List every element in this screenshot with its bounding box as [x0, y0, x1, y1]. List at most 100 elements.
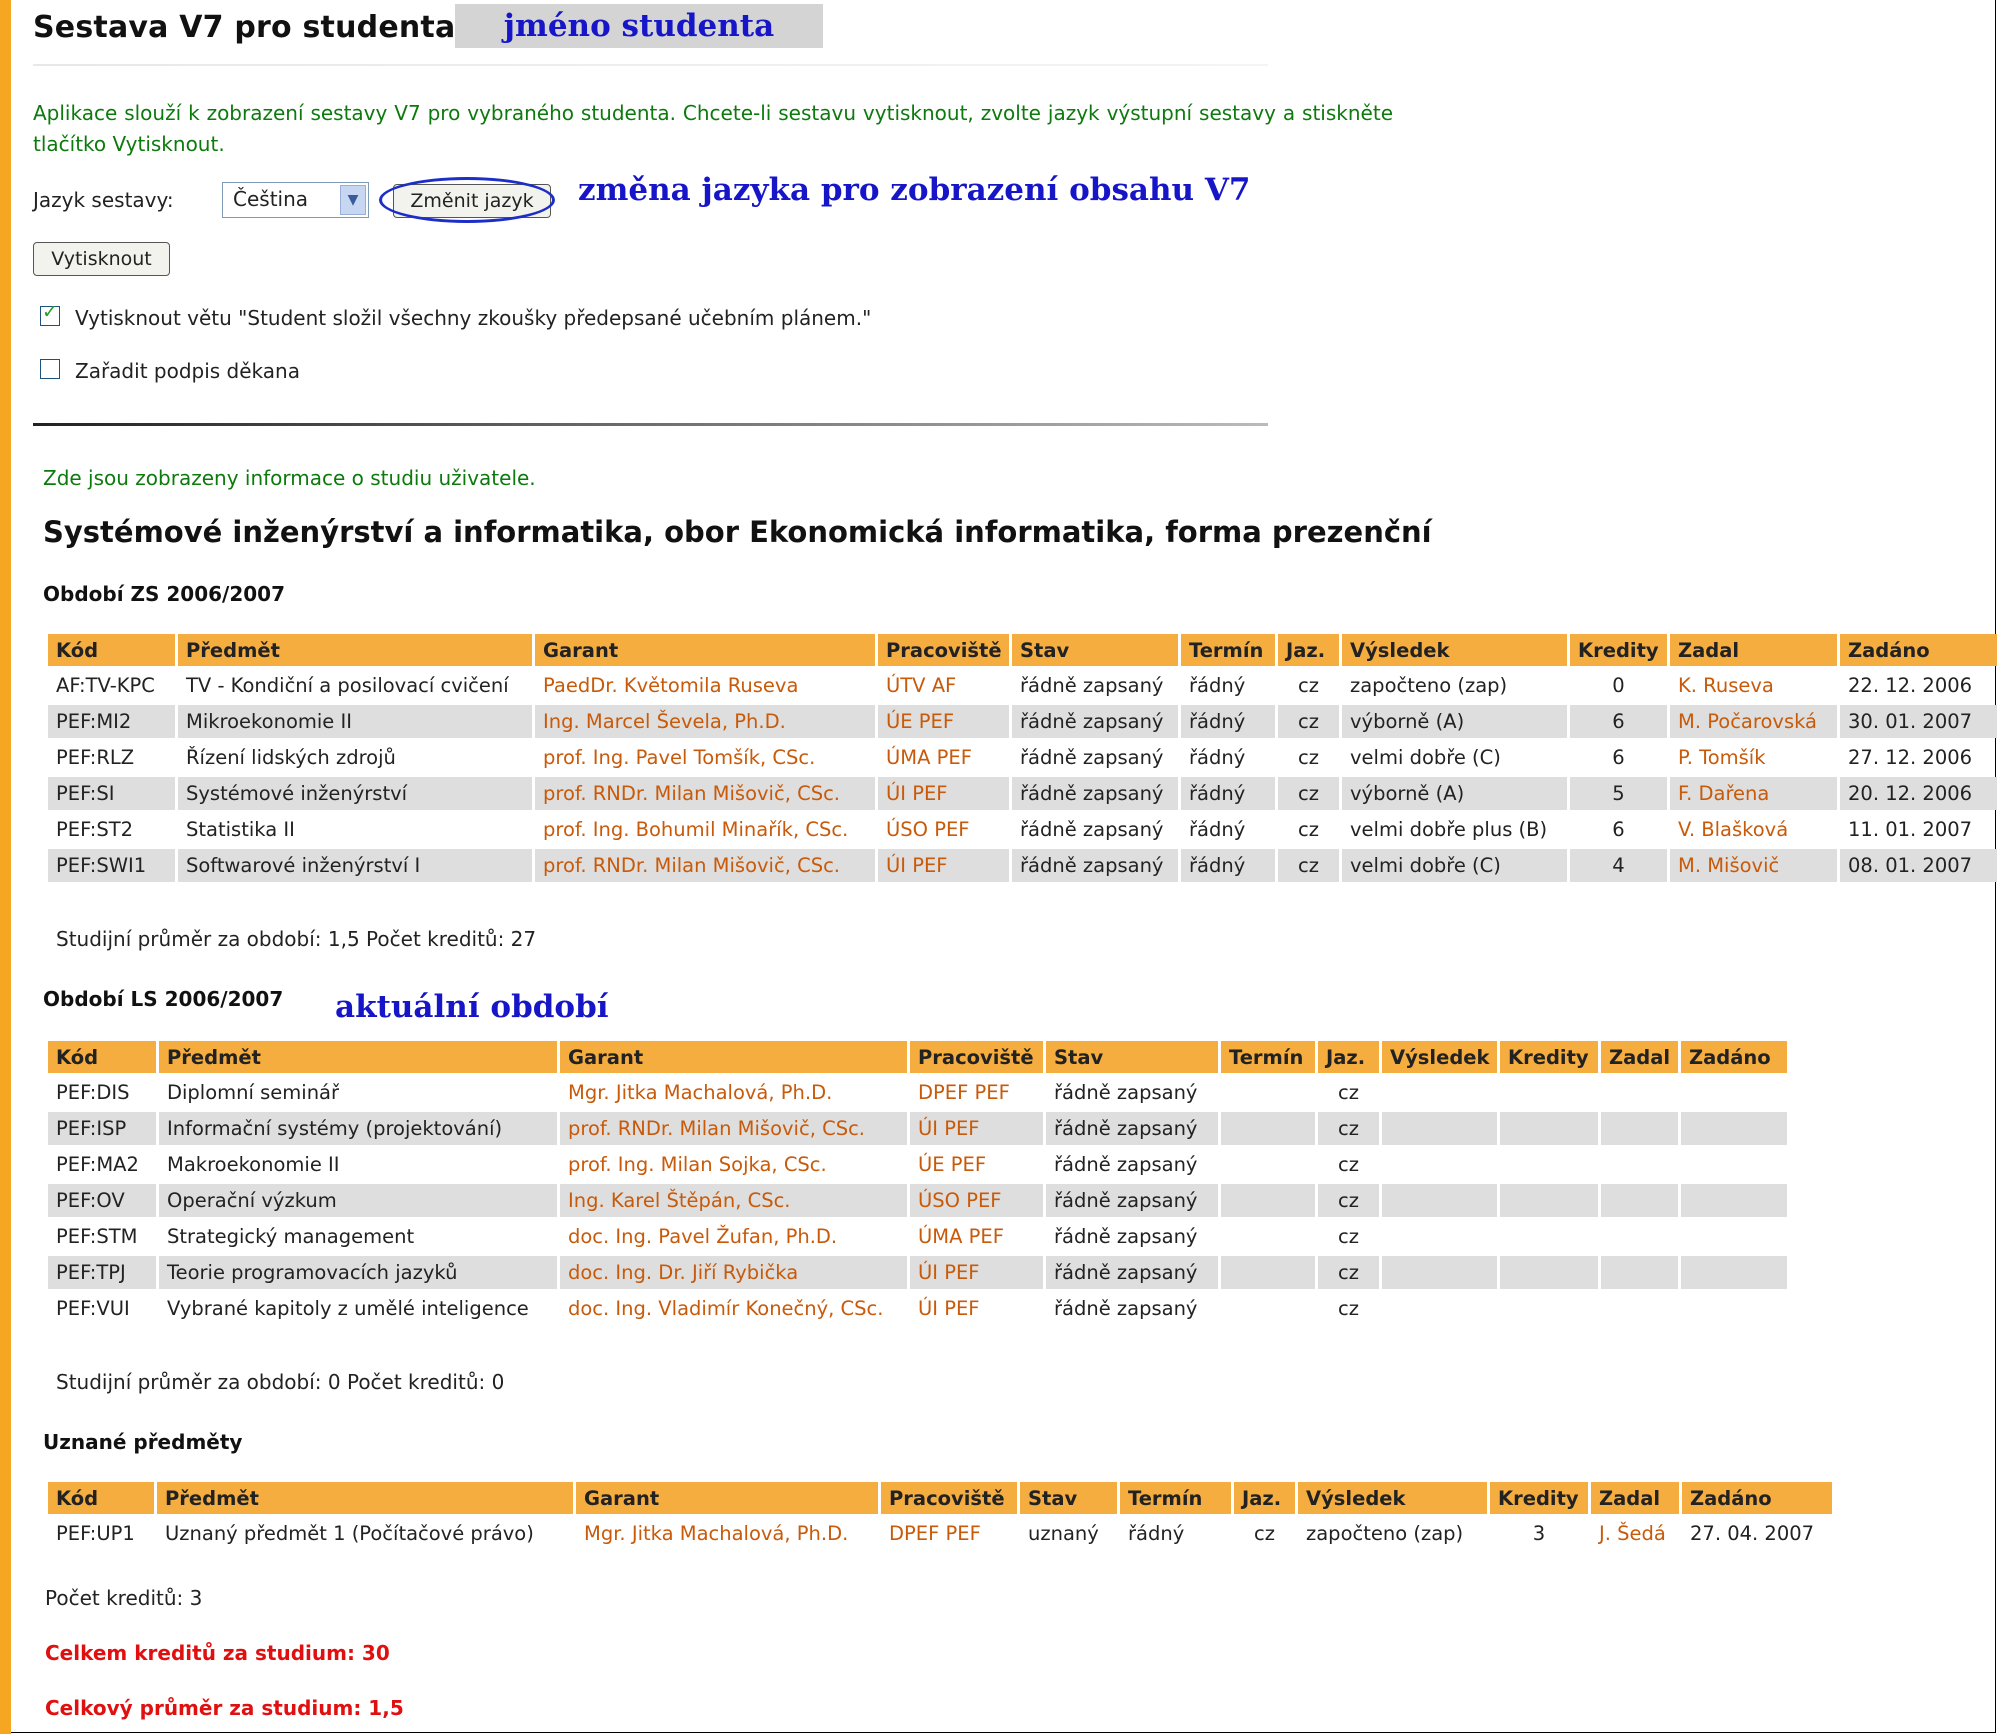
- cell-guarantor[interactable]: prof. RNDr. Milan Mišovič, CSc.: [535, 777, 875, 810]
- cell-guarantor[interactable]: Mgr. Jitka Machalová, Ph.D.: [560, 1076, 907, 1109]
- cell-code: PEF:MA2: [56, 1153, 139, 1176]
- table-row: PEF:UP1 Uznaný předmět 1 (Počítačové práv…: [48, 1517, 1832, 1550]
- cell-entered-by[interactable]: K. Ruseva: [1670, 669, 1837, 702]
- cell-lang: cz: [1338, 1081, 1359, 1104]
- cell-department[interactable]: ÚI PEF: [878, 777, 1009, 810]
- column-header-lang: Jaz.: [1234, 1482, 1295, 1514]
- cell-entered-by: [1601, 1076, 1678, 1109]
- print-sentence-checkbox[interactable]: ✓: [40, 301, 60, 326]
- cell-status: řádně zapsaný: [1054, 1081, 1198, 1104]
- column-header-code: Kód: [48, 1482, 154, 1514]
- cell-guarantor[interactable]: Mgr. Jitka Machalová, Ph.D.: [576, 1517, 878, 1550]
- cell-entered-on: 11. 01. 2007: [1848, 818, 1973, 841]
- language-select[interactable]: Čeština ▼: [222, 182, 369, 218]
- cell-result: [1382, 1076, 1497, 1109]
- column-header-subject: Předmět: [159, 1041, 557, 1073]
- cell-status: řádně zapsaný: [1020, 818, 1164, 841]
- chevron-down-icon[interactable]: ▼: [340, 185, 366, 215]
- current-period-annotation: aktuální období: [335, 989, 609, 1025]
- cell-result: [1382, 1292, 1497, 1325]
- cell-result: velmi dobře plus (B): [1350, 818, 1548, 841]
- table-row: PEF:VUI Vybrané kapitoly z umělé intelige…: [48, 1292, 1787, 1325]
- cell-entered-on: 22. 12. 2006: [1848, 674, 1973, 697]
- cell-department[interactable]: DPEF PEF: [910, 1076, 1043, 1109]
- cell-department[interactable]: ÚMA PEF: [878, 741, 1009, 774]
- column-header-entered-on: Zadáno: [1682, 1482, 1832, 1514]
- cell-credits: [1500, 1112, 1598, 1145]
- cell-result: [1382, 1148, 1497, 1181]
- cell-entered-on: 20. 12. 2006: [1840, 777, 1997, 810]
- cell-term: [1221, 1112, 1315, 1145]
- cell-guarantor[interactable]: prof. RNDr. Milan Mišovič, CSc.: [535, 849, 875, 882]
- cell-guarantor[interactable]: doc. Ing. Pavel Žufan, Ph.D.: [560, 1220, 907, 1253]
- cell-guarantor[interactable]: PaedDr. Květomila Ruseva: [535, 669, 875, 702]
- cell-guarantor[interactable]: doc. Ing. Dr. Jiří Rybička: [560, 1256, 907, 1289]
- cell-subject: Softwarové inženýrství I: [178, 849, 532, 882]
- cell-department[interactable]: ÚMA PEF: [910, 1220, 1043, 1253]
- cell-code: PEF:DIS: [56, 1081, 130, 1104]
- cell-entered-by: [1601, 1292, 1678, 1325]
- cell-guarantor[interactable]: prof. Ing. Bohumil Minařík, CSc.: [535, 813, 875, 846]
- language-select-value: Čeština: [233, 187, 309, 211]
- cell-department[interactable]: ÚE PEF: [878, 705, 1009, 738]
- column-header-subject: Předmět: [157, 1482, 573, 1514]
- cell-lang: cz: [1278, 705, 1339, 738]
- cell-department[interactable]: ÚI PEF: [910, 1112, 1043, 1145]
- cell-guarantor[interactable]: doc. Ing. Vladimír Konečný, CSc.: [560, 1292, 907, 1325]
- print-button[interactable]: Vytisknout: [33, 242, 170, 276]
- cell-department[interactable]: DPEF PEF: [881, 1517, 1017, 1550]
- total-credits: Celkem kreditů za studium: 30: [45, 1641, 390, 1665]
- cell-term: [1221, 1184, 1315, 1217]
- cell-term: řádný: [1189, 674, 1246, 697]
- cell-credits: [1500, 1076, 1598, 1109]
- cell-entered-by[interactable]: M. Počarovská: [1670, 705, 1837, 738]
- cell-department[interactable]: ÚE PEF: [910, 1148, 1043, 1181]
- cell-department[interactable]: ÚSO PEF: [910, 1184, 1043, 1217]
- period2-summary: Studijní průměr za období: 0 Počet kredi…: [56, 1370, 505, 1394]
- cell-guarantor[interactable]: prof. RNDr. Milan Mišovič, CSc.: [560, 1112, 907, 1145]
- cell-lang: cz: [1298, 746, 1319, 769]
- cell-department[interactable]: ÚI PEF: [910, 1256, 1043, 1289]
- middle-divider: [33, 423, 1268, 426]
- cell-term: řádný: [1189, 818, 1246, 841]
- period1-summary: Studijní průměr za období: 1,5 Počet kre…: [56, 927, 537, 951]
- cell-code: PEF:STM: [56, 1225, 138, 1248]
- column-header-result: Výsledek: [1342, 634, 1567, 666]
- cell-guarantor[interactable]: prof. Ing. Pavel Tomšík, CSc.: [535, 741, 875, 774]
- column-header-code: Kód: [48, 1041, 156, 1073]
- cell-credits: [1500, 1148, 1598, 1181]
- print-sentence-label: Vytisknout větu "Student složil všechny …: [75, 306, 872, 330]
- column-header-status: Stav: [1046, 1041, 1218, 1073]
- cell-department[interactable]: ÚTV AF: [878, 669, 1009, 702]
- cell-result: velmi dobře (C): [1342, 849, 1567, 882]
- cell-department[interactable]: ÚI PEF: [910, 1292, 1043, 1325]
- dean-signature-checkbox[interactable]: [40, 359, 60, 379]
- cell-lang: cz: [1278, 849, 1339, 882]
- column-header-result: Výsledek: [1382, 1041, 1497, 1073]
- period1-title: Období ZS 2006/2007: [43, 582, 286, 606]
- cell-subject: Systémové inženýrství: [178, 777, 532, 810]
- page-title: Sestava V7 pro studenta: [33, 10, 456, 45]
- cell-status: řádně zapsaný: [1012, 777, 1178, 810]
- column-header-lang: Jaz.: [1318, 1041, 1379, 1073]
- cell-credits: [1500, 1220, 1598, 1253]
- cell-department[interactable]: ÚI PEF: [878, 849, 1009, 882]
- cell-entered-by[interactable]: P. Tomšík: [1670, 741, 1837, 774]
- cell-department[interactable]: ÚSO PEF: [878, 813, 1009, 846]
- cell-guarantor[interactable]: Ing. Marcel Ševela, Ph.D.: [535, 705, 875, 738]
- cell-code: PEF:OV: [48, 1184, 156, 1217]
- cell-entered-by[interactable]: J. Šedá: [1591, 1517, 1679, 1550]
- cell-subject: Operační výzkum: [159, 1184, 557, 1217]
- cell-guarantor[interactable]: prof. Ing. Milan Sojka, CSc.: [560, 1148, 907, 1181]
- cell-subject: Mikroekonomie II: [178, 705, 532, 738]
- table-row: PEF:RLZ Řízení lidských zdrojů prof. Ing. …: [48, 741, 1997, 774]
- cell-entered-by[interactable]: V. Blašková: [1670, 813, 1837, 846]
- cell-term: [1221, 1148, 1315, 1181]
- cell-entered-by[interactable]: F. Dařena: [1670, 777, 1837, 810]
- cell-code: PEF:ISP: [48, 1112, 156, 1145]
- column-header-credits: Kredity: [1570, 634, 1667, 666]
- cell-entered-by[interactable]: M. Mišovič: [1670, 849, 1837, 882]
- column-header-entered-by: Zadal: [1601, 1041, 1678, 1073]
- cell-status: řádně zapsaný: [1020, 746, 1164, 769]
- cell-guarantor[interactable]: Ing. Karel Štěpán, CSc.: [560, 1184, 907, 1217]
